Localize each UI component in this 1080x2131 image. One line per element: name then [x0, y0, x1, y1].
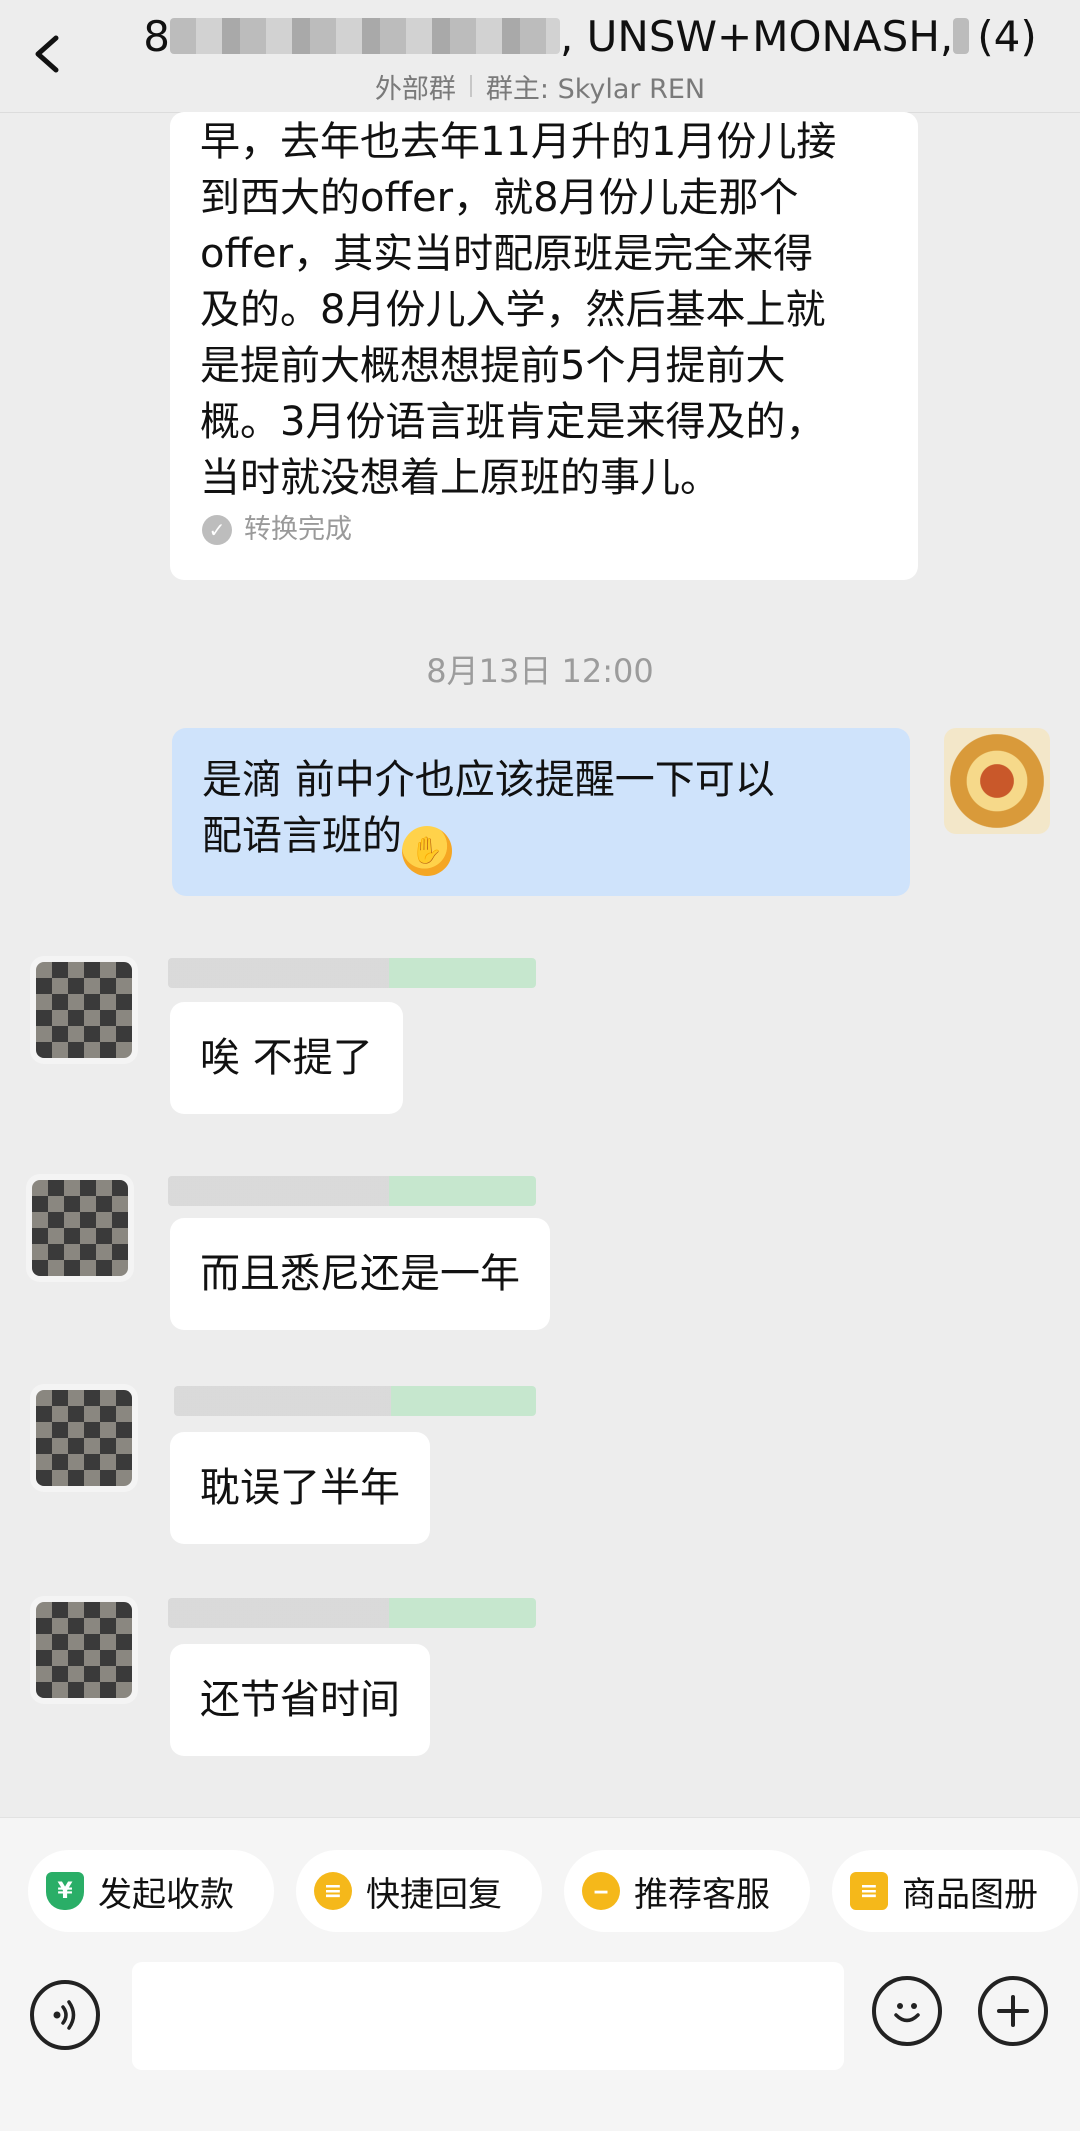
message-text: 唉 不提了	[200, 1035, 373, 1081]
convert-status-label: 转换完成	[244, 514, 352, 545]
avatar[interactable]	[36, 1390, 132, 1486]
avatar[interactable]	[32, 1180, 128, 1276]
sender-name-blurred	[168, 958, 536, 988]
recommend-service-button[interactable]: ‒ 推荐客服	[564, 1850, 810, 1932]
smiley-icon	[894, 2003, 920, 2023]
check-icon: ✓	[202, 515, 232, 545]
quick-reply-button[interactable]: ≡ 快捷回复	[296, 1850, 542, 1932]
sender-name-blurred	[174, 1386, 536, 1416]
emoji-button[interactable]	[872, 1976, 942, 2046]
chip-label: 快捷回复	[366, 1874, 502, 1915]
group-subtitle: 外部群 群主: Skylar REN	[0, 68, 1080, 105]
message-timestamp: 8月13日 12:00	[426, 652, 654, 690]
recommend-service-icon: ‒	[582, 1872, 620, 1910]
product-catalog-button[interactable]: ≡ 商品图册	[832, 1850, 1078, 1932]
transcript-line: 及的。8月份儿入学，然后基本上就	[200, 287, 826, 333]
transcript-text: 早，去年也去年11月升的1月份儿接 到西大的offer，就8月份儿走那个 off…	[200, 114, 888, 506]
message-text: 还节省时间	[200, 1677, 400, 1723]
message-bubble[interactable]: 而且悉尼还是一年	[170, 1218, 550, 1330]
chat-area[interactable]: 早，去年也去年11月升的1月份儿接 到西大的offer，就8月份儿走那个 off…	[0, 112, 1080, 1817]
title-prefix: 8	[143, 11, 170, 61]
voice-input-button[interactable]	[30, 1980, 100, 2050]
external-group-label: 外部群	[374, 73, 456, 105]
voice-transcript-bubble[interactable]: 早，去年也去年11月升的1月份儿接 到西大的offer，就8月份儿走那个 off…	[170, 112, 918, 580]
sender-name-blurred	[168, 1176, 536, 1206]
my-message-bubble[interactable]: 是滴 前中介也应该提醒一下可以 配语言班的 ✋	[172, 728, 910, 896]
chat-header: 8 , UNSW+MONASH, (4) 外部群 群主: Skylar REN	[0, 0, 1080, 113]
message-bubble[interactable]: 耽误了半年	[170, 1432, 430, 1544]
avatar[interactable]	[36, 1602, 132, 1698]
subtitle-divider	[469, 75, 472, 97]
catalog-icon: ≡	[850, 1872, 888, 1910]
my-message-line: 是滴 前中介也应该提醒一下可以	[202, 757, 775, 803]
message-bubble[interactable]: 唉 不提了	[170, 1002, 403, 1114]
avatar[interactable]	[36, 962, 132, 1058]
message-text: 而且悉尼还是一年	[200, 1251, 520, 1297]
my-message-line-text: 配语言班的	[202, 813, 402, 859]
transcript-line: 早，去年也去年11月升的1月份儿接	[200, 119, 837, 165]
title-blurred-tail	[953, 18, 970, 54]
start-payment-button[interactable]: ¥ 发起收款	[28, 1850, 274, 1932]
quick-reply-icon: ≡	[314, 1872, 352, 1910]
facepalm-emoji-icon: ✋	[402, 826, 452, 876]
plus-icon	[997, 1995, 1029, 2027]
message-bubble[interactable]: 还节省时间	[170, 1644, 430, 1756]
transcript-line: 概。3月份语言班肯定是来得及的，	[200, 399, 826, 445]
transcript-line: 到西大的offer，就8月份儿走那个	[200, 175, 799, 221]
title-count: (4)	[977, 11, 1037, 61]
convert-status: ✓ 转换完成	[202, 502, 352, 558]
voice-icon	[53, 2000, 76, 2030]
transcript-line: 是提前大概想想提前5个月提前大	[200, 343, 786, 389]
title-main: , UNSW+MONASH,	[559, 11, 954, 61]
transcript-line: offer，其实当时配原班是完全来得	[200, 231, 814, 277]
my-avatar[interactable]	[944, 728, 1050, 834]
sender-name-blurred	[168, 1598, 536, 1628]
group-title[interactable]: 8 , UNSW+MONASH, (4)	[130, 6, 1050, 66]
group-owner-label: 群主: Skylar REN	[485, 73, 706, 105]
my-message-line: 配语言班的 ✋	[202, 808, 880, 876]
chip-label: 推荐客服	[634, 1874, 770, 1915]
message-text: 耽误了半年	[200, 1465, 400, 1511]
chip-label: 商品图册	[902, 1874, 1038, 1915]
message-input[interactable]	[132, 1962, 844, 2070]
transcript-line: 当时就没想着上原班的事儿。	[200, 455, 720, 501]
title-blurred-text	[169, 18, 560, 54]
chip-label: 发起收款	[98, 1874, 234, 1915]
more-button[interactable]	[978, 1976, 1048, 2046]
yen-shield-icon: ¥	[46, 1872, 84, 1910]
